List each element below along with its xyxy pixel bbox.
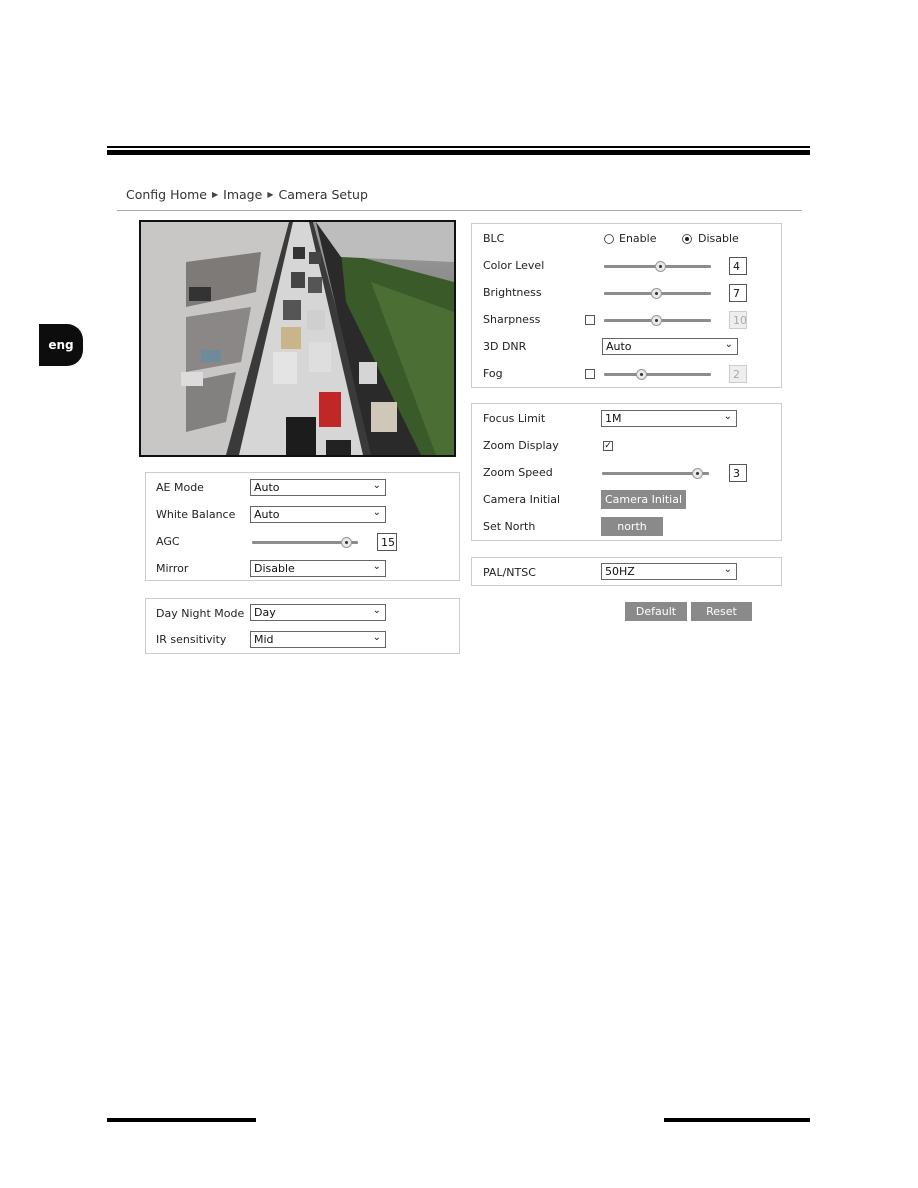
breadcrumb: Config Home ▶ Image ▶ Camera Setup [126,187,368,202]
blc-enable-label[interactable]: Enable [619,232,656,245]
ae-mode-label: AE Mode [156,481,204,494]
blc-disable-radio[interactable] [682,234,692,244]
zoom-speed-label: Zoom Speed [483,466,553,479]
pal-ntsc-label: PAL/NTSC [483,566,536,579]
color-level-input[interactable]: 4 [729,257,747,275]
triangle-right-icon: ▶ [212,190,219,199]
mirror-label: Mirror [156,562,189,575]
focus-limit-select[interactable]: 1M ⌄ [601,410,737,427]
slider-thumb[interactable] [651,315,663,326]
sharpness-checkbox[interactable] [585,315,595,325]
language-label: eng [48,338,74,352]
day-night-mode-label: Day Night Mode [156,607,245,620]
dnr-select[interactable]: Auto ⌄ [602,338,738,355]
white-balance-value: Auto [254,508,280,521]
fog-label: Fog [483,367,503,380]
blc-enable-radio[interactable] [604,234,614,244]
breadcrumb-divider [117,210,802,211]
header-rule-thick [107,150,810,155]
fog-checkbox[interactable] [585,369,595,379]
blc-disable-label[interactable]: Disable [698,232,739,245]
slider-thumb[interactable] [692,468,704,479]
zoom-display-label: Zoom Display [483,439,559,452]
ir-sensitivity-select[interactable]: Mid ⌄ [250,631,386,648]
ae-mode-value: Auto [254,481,280,494]
mirror-value: Disable [254,562,295,575]
slider-thumb[interactable] [651,288,663,299]
fog-slider[interactable] [604,369,711,380]
pal-ntsc-value: 50HZ [605,565,635,578]
agc-input[interactable]: 15 [377,533,397,551]
video-standard-panel: PAL/NTSC 50HZ ⌄ [471,557,782,586]
agc-slider[interactable] [252,537,358,548]
default-button[interactable]: Default [625,602,687,621]
day-night-mode-select[interactable]: Day ⌄ [250,604,386,621]
set-north-label: Set North [483,520,536,533]
north-button[interactable]: north [601,517,663,536]
traffic-scene-image [141,222,454,455]
focus-limit-value: 1M [605,412,622,425]
color-level-label: Color Level [483,259,545,272]
exposure-panel: AE Mode Auto ⌄ White Balance Auto ⌄ AGC … [145,472,460,581]
brightness-input[interactable]: 7 [729,284,747,302]
brightness-slider[interactable] [604,288,711,299]
video-preview [139,220,456,457]
chevron-down-icon: ⌄ [372,632,381,643]
ir-sensitivity-value: Mid [254,633,274,646]
breadcrumb-camera-setup: Camera Setup [278,187,368,202]
header-rule-thin [107,146,810,148]
sharpness-label: Sharpness [483,313,541,326]
slider-thumb[interactable] [654,261,666,272]
focus-zoom-panel: Focus Limit 1M ⌄ Zoom Display ✓ Zoom Spe… [471,403,782,541]
breadcrumb-image[interactable]: Image [223,187,262,202]
zoom-speed-input[interactable]: 3 [729,464,747,482]
day-night-panel: Day Night Mode Day ⌄ IR sensitivity Mid … [145,598,460,654]
dnr-label: 3D DNR [483,340,527,353]
brightness-label: Brightness [483,286,542,299]
ir-sensitivity-label: IR sensitivity [156,633,227,646]
zoom-speed-slider[interactable] [602,468,709,479]
color-level-slider[interactable] [604,261,711,272]
pal-ntsc-select[interactable]: 50HZ ⌄ [601,563,737,580]
slider-thumb[interactable] [635,369,647,380]
camera-initial-button[interactable]: Camera Initial [601,490,686,509]
white-balance-select[interactable]: Auto ⌄ [250,506,386,523]
camera-initial-label: Camera Initial [483,493,561,506]
fog-input[interactable]: 2 [729,365,747,383]
language-tab: eng [39,324,83,366]
sharpness-input[interactable]: 10 [729,311,747,329]
reset-button[interactable]: Reset [691,602,752,621]
chevron-down-icon: ⌄ [372,507,381,518]
focus-limit-label: Focus Limit [483,412,546,425]
image-settings-panel: BLC Enable Disable Color Level 4 Brightn… [471,223,782,388]
zoom-display-checkbox[interactable]: ✓ [603,441,613,451]
chevron-down-icon: ⌄ [372,561,381,572]
chevron-down-icon: ⌄ [723,564,732,575]
dnr-value: Auto [606,340,632,353]
ae-mode-select[interactable]: Auto ⌄ [250,479,386,496]
breadcrumb-config-home[interactable]: Config Home [126,187,207,202]
chevron-down-icon: ⌄ [372,480,381,491]
blc-label: BLC [483,232,505,245]
sharpness-slider[interactable] [604,315,711,326]
footer-rule-right [664,1118,810,1122]
chevron-down-icon: ⌄ [724,339,733,350]
footer-rule-left [107,1118,256,1122]
white-balance-label: White Balance [156,508,236,521]
agc-label: AGC [156,535,180,548]
triangle-right-icon: ▶ [267,190,274,199]
chevron-down-icon: ⌄ [723,411,732,422]
slider-thumb[interactable] [341,537,353,548]
mirror-select[interactable]: Disable ⌄ [250,560,386,577]
chevron-down-icon: ⌄ [372,605,381,616]
day-night-mode-value: Day [254,606,276,619]
